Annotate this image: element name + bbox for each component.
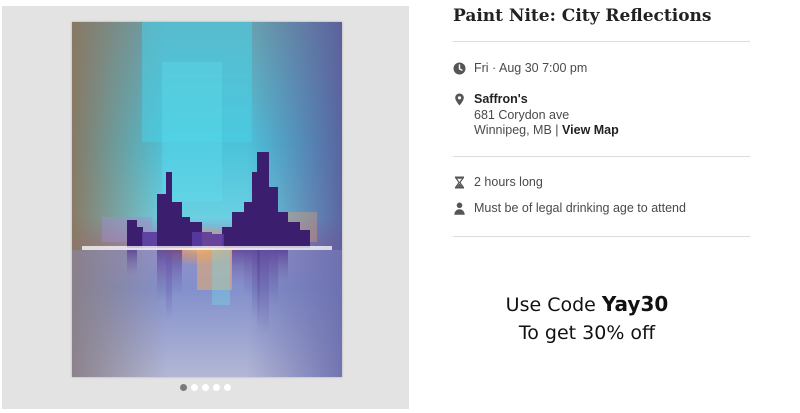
divider <box>453 156 750 157</box>
promo-code: Yay30 <box>601 292 669 316</box>
promo-prefix: Use Code <box>505 294 596 316</box>
carousel-dot-1[interactable] <box>180 384 187 391</box>
venue-city-line: Winnipeg, MB | View Map <box>474 123 619 139</box>
event-details: Paint Nite: City Reflections Fri · Aug 3… <box>453 0 750 413</box>
duration-text: 2 hours long <box>474 175 543 189</box>
carousel-dot-5[interactable] <box>224 384 231 391</box>
promo-line-1: Use Code Yay30 <box>453 290 721 319</box>
map-pin-icon <box>453 93 466 106</box>
divider <box>453 41 750 42</box>
painting-image[interactable] <box>72 22 342 377</box>
venue-row: Saffron's 681 Corydon ave Winnipeg, MB |… <box>453 92 619 139</box>
clock-icon <box>453 62 466 75</box>
age-note-row: Must be of legal drinking age to attend <box>453 201 686 215</box>
venue-info: Saffron's 681 Corydon ave Winnipeg, MB |… <box>474 92 619 139</box>
carousel-dot-3[interactable] <box>202 384 209 391</box>
venue-address: 681 Corydon ave <box>474 107 570 122</box>
divider <box>453 236 750 237</box>
city-reflection-painting <box>72 22 342 377</box>
hourglass-icon <box>453 176 466 189</box>
event-datetime-row: Fri · Aug 30 7:00 pm <box>453 61 587 75</box>
event-title: Paint Nite: City Reflections <box>453 6 712 26</box>
person-icon <box>453 202 466 215</box>
carousel-dots <box>2 384 409 391</box>
image-gallery <box>2 6 409 409</box>
carousel-dot-4[interactable] <box>213 384 220 391</box>
age-note-text: Must be of legal drinking age to attend <box>474 201 686 215</box>
venue-name: Saffron's <box>474 92 528 106</box>
separator: | <box>555 123 559 137</box>
event-datetime: Fri · Aug 30 7:00 pm <box>474 61 588 75</box>
carousel-dot-2[interactable] <box>191 384 198 391</box>
promo-message: Use Code Yay30 To get 30% off <box>453 290 721 347</box>
promo-line-2: To get 30% off <box>518 322 656 344</box>
venue-city: Winnipeg, MB <box>474 123 552 137</box>
view-map-link[interactable]: View Map <box>562 123 619 137</box>
duration-row: 2 hours long <box>453 175 543 189</box>
